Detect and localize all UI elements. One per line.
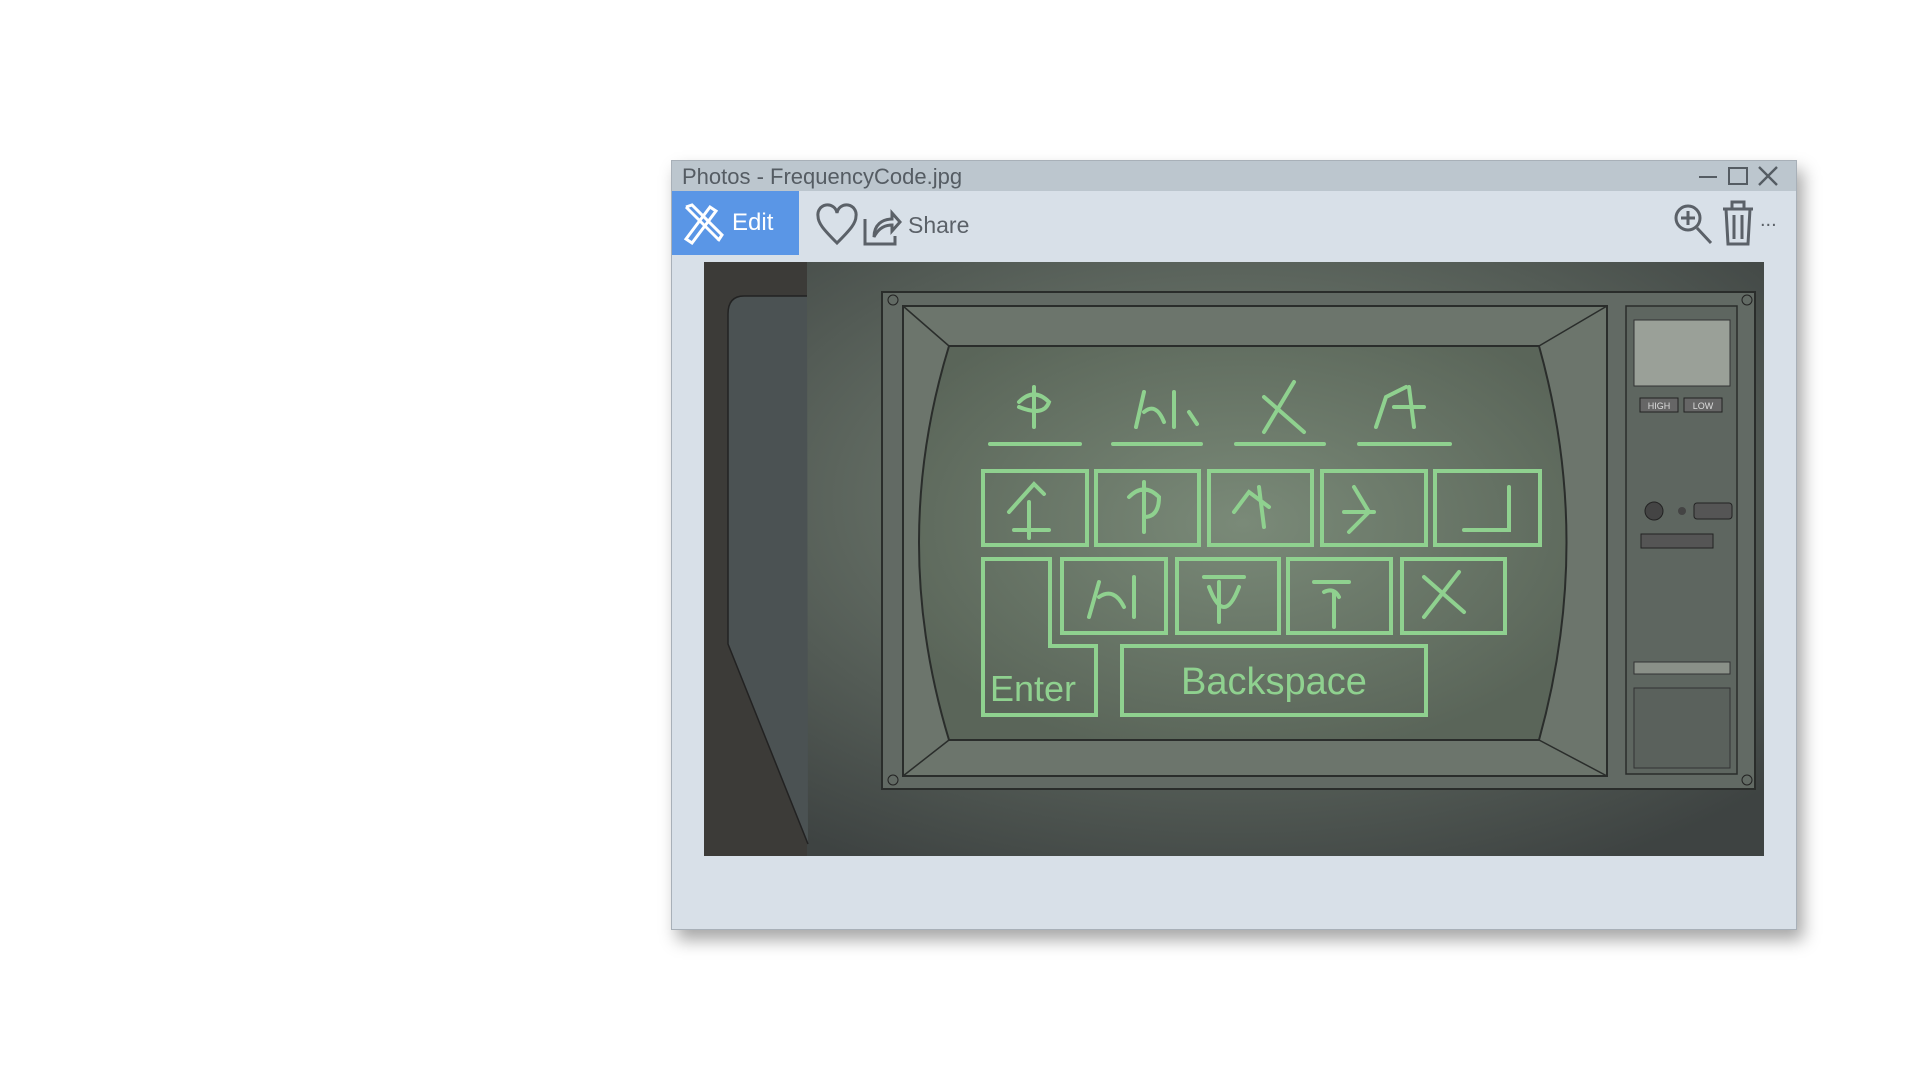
- title-bar[interactable]: Photos - FrequencyCode.jpg: [672, 161, 1796, 191]
- zoom-in-icon: [1674, 204, 1713, 245]
- close-button[interactable]: [1754, 163, 1782, 189]
- zoom-in-button[interactable]: [1672, 201, 1714, 247]
- maximize-button[interactable]: [1724, 163, 1752, 189]
- photo-image[interactable]: HIGH LOW Enter Backspace: [704, 262, 1764, 856]
- share-button[interactable]: Share: [862, 203, 969, 247]
- favorite-button[interactable]: [815, 203, 859, 247]
- photos-window: Photos - FrequencyCode.jpg Edit Share ..…: [671, 160, 1797, 930]
- share-label: Share: [908, 211, 970, 238]
- side-control-panel: HIGH LOW: [1625, 305, 1738, 775]
- heart-icon: [816, 203, 858, 246]
- delete-button[interactable]: [1720, 199, 1756, 247]
- trash-icon: [1723, 200, 1753, 246]
- enter-key-label: Enter: [990, 668, 1076, 709]
- maximize-icon: [1728, 167, 1748, 185]
- edit-button[interactable]: Edit: [672, 191, 799, 255]
- toolbar: Edit Share ...: [672, 191, 1796, 261]
- low-label: LOW: [1693, 401, 1714, 411]
- minimize-icon: [1699, 176, 1717, 178]
- share-icon: [863, 209, 902, 246]
- window-title: Photos - FrequencyCode.jpg: [682, 164, 963, 189]
- minimize-button[interactable]: [1694, 163, 1722, 189]
- wall-panel: [704, 262, 809, 856]
- edit-icon: [683, 203, 724, 245]
- high-label: HIGH: [1648, 401, 1671, 411]
- edit-label: Edit: [732, 209, 774, 236]
- backspace-key-label: Backspace: [1181, 661, 1367, 703]
- close-icon: [1758, 166, 1778, 186]
- more-button[interactable]: ...: [1760, 209, 1777, 232]
